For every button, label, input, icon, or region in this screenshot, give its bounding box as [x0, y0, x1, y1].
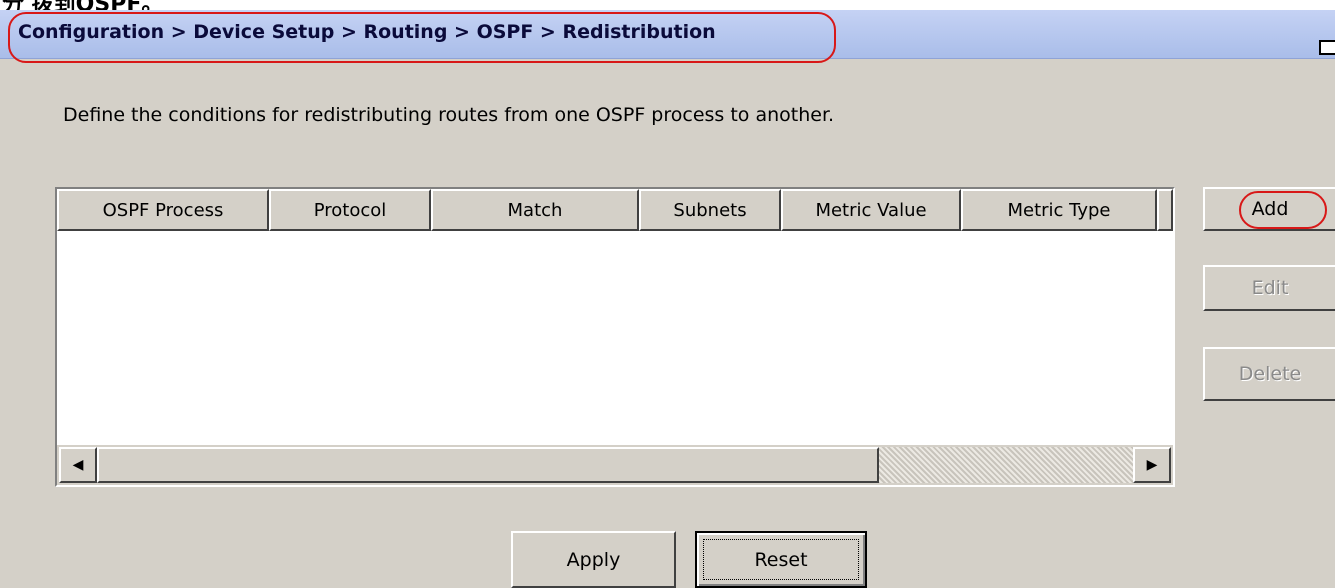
- column-header-overflow[interactable]: [1157, 189, 1173, 231]
- apply-button[interactable]: Apply: [511, 531, 676, 588]
- window-restore-icon[interactable]: [1319, 40, 1335, 55]
- column-header-subnets[interactable]: Subnets: [639, 189, 781, 231]
- page-description: Define the conditions for redistributing…: [63, 104, 835, 126]
- add-button-highlight-annotation: [1239, 191, 1327, 229]
- column-header-protocol[interactable]: Protocol: [269, 189, 431, 231]
- reset-button[interactable]: Reset: [695, 531, 867, 588]
- scroll-thumb[interactable]: [97, 447, 879, 483]
- edit-button[interactable]: Edit: [1203, 265, 1335, 311]
- table-body-empty[interactable]: [57, 231, 1173, 445]
- top-clipped-text: 分 拨到OSPF。: [2, 0, 163, 10]
- column-header-ospf-process[interactable]: OSPF Process: [57, 189, 269, 231]
- delete-button[interactable]: Delete: [1203, 347, 1335, 401]
- redistribution-table: OSPF Process Protocol Match Subnets Metr…: [55, 187, 1175, 487]
- breadcrumb-highlight-annotation: [8, 12, 836, 63]
- reset-focus-ring: [703, 539, 859, 580]
- page-header-bar: Configuration > Device Setup > Routing >…: [0, 10, 1335, 63]
- delete-button-label: Delete: [1238, 363, 1302, 385]
- column-header-metric-type[interactable]: Metric Type: [961, 189, 1157, 231]
- top-clipped-text-strip: 分 拨到OSPF。: [0, 0, 1335, 10]
- scroll-right-arrow-icon[interactable]: ▶: [1133, 447, 1171, 483]
- edit-button-label: Edit: [1251, 277, 1289, 299]
- horizontal-scrollbar[interactable]: ◀ ▶: [57, 445, 1173, 485]
- apply-button-label: Apply: [566, 548, 621, 571]
- scroll-left-arrow-icon[interactable]: ◀: [59, 447, 97, 483]
- column-header-match[interactable]: Match: [431, 189, 639, 231]
- table-header-row: OSPF Process Protocol Match Subnets Metr…: [57, 189, 1173, 231]
- column-header-metric-value[interactable]: Metric Value: [781, 189, 961, 231]
